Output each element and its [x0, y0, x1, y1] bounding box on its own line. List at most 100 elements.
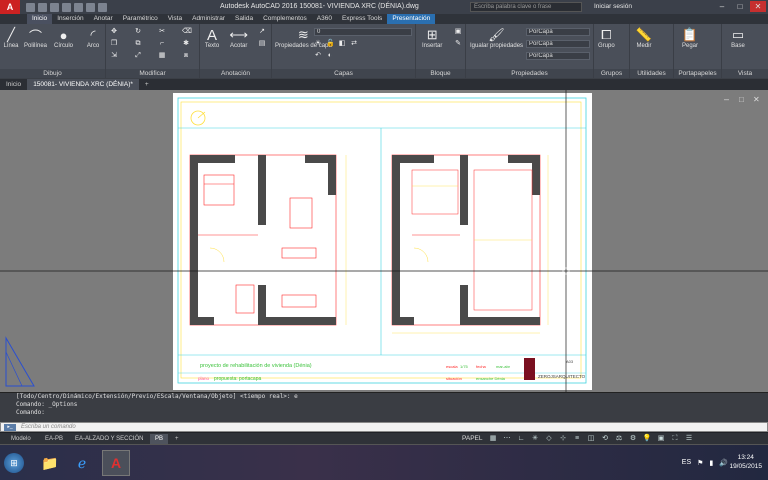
- panel-title-modify[interactable]: Modificar: [106, 69, 199, 78]
- insert-button[interactable]: ⊞ Insertar: [422, 27, 442, 49]
- panel-title-annotation[interactable]: Anotación: [200, 69, 271, 78]
- line-button[interactable]: ╱ Línea: [3, 27, 19, 49]
- group-button[interactable]: ⧠ Grupo: [598, 27, 615, 49]
- snap-icon[interactable]: ⋯: [502, 435, 512, 443]
- drawing-area[interactable]: – □ ✕ proyecto de rehabilitación de vivi…: [0, 90, 768, 392]
- close-button[interactable]: ✕: [750, 1, 766, 12]
- otrack-icon[interactable]: ⊹: [558, 435, 568, 443]
- new-tab-button[interactable]: +: [139, 79, 155, 90]
- base-button[interactable]: ▭ Base: [730, 27, 746, 49]
- maximize-button[interactable]: □: [732, 1, 748, 12]
- flag-icon[interactable]: ⚑: [697, 459, 703, 467]
- layer-lock-icon[interactable]: 🔓: [326, 40, 335, 48]
- print-icon[interactable]: [74, 2, 83, 12]
- internet-explorer-icon[interactable]: ℯ: [68, 450, 96, 476]
- tab-vista[interactable]: Vista: [163, 14, 187, 24]
- language-indicator[interactable]: ES: [682, 459, 691, 467]
- edit-block-icon[interactable]: ✎: [454, 40, 462, 48]
- redo-icon[interactable]: [98, 2, 107, 12]
- doc-tab-start[interactable]: Inicio: [0, 79, 27, 90]
- volume-icon[interactable]: 🔊: [719, 459, 728, 467]
- tab-parametrico[interactable]: Paramétrico: [118, 14, 163, 24]
- panel-title-layers[interactable]: Capas: [272, 69, 415, 78]
- clean-screen-icon[interactable]: ⛶: [670, 435, 680, 443]
- drawing-canvas[interactable]: – □ ✕ proyecto de rehabilitación de vivi…: [0, 90, 768, 392]
- login-button[interactable]: Iniciar sesión: [594, 3, 632, 10]
- tab-presentacion[interactable]: Presentación: [387, 14, 436, 24]
- circle-button[interactable]: ● Círculo: [54, 27, 73, 50]
- viewport-minimize[interactable]: –: [724, 94, 729, 104]
- workspace-gear-icon[interactable]: ⚙: [628, 435, 638, 443]
- match-properties-button[interactable]: 🖌 Igualar propiedades: [470, 27, 523, 49]
- command-input[interactable]: ▸_ Escriba un comando: [0, 422, 768, 432]
- layer-match-icon[interactable]: ⇄: [350, 40, 358, 48]
- file-explorer-icon[interactable]: 📁: [36, 450, 64, 476]
- paper-space-toggle[interactable]: PAPEL: [462, 434, 482, 444]
- selection-cycling-icon[interactable]: ⟲: [600, 435, 610, 443]
- paste-button[interactable]: 📋 Pegar: [682, 27, 698, 49]
- minimize-button[interactable]: –: [714, 1, 730, 12]
- lineweight-dropdown[interactable]: PorCapa: [526, 52, 590, 60]
- offset-icon[interactable]: ⧈: [182, 52, 190, 60]
- scale-icon[interactable]: ⤢: [134, 52, 142, 60]
- panel-title-view[interactable]: Vista: [722, 69, 768, 78]
- linetype-dropdown[interactable]: PorCapa: [526, 40, 590, 48]
- mirror-icon[interactable]: ⧉: [134, 40, 142, 48]
- hardware-accel-icon[interactable]: ▣: [656, 435, 666, 443]
- dimension-button[interactable]: ⟷ Acotar: [229, 27, 248, 49]
- color-dropdown[interactable]: PorCapa: [526, 28, 590, 36]
- lineweight-icon[interactable]: ≡: [572, 435, 582, 443]
- customize-icon[interactable]: ☰: [684, 435, 694, 443]
- tab-insercion[interactable]: Inserción: [52, 14, 88, 24]
- trim-icon[interactable]: ✂: [158, 28, 166, 36]
- text-button[interactable]: A Texto: [204, 27, 220, 50]
- polyline-button[interactable]: ⌒ Polilínea: [24, 27, 47, 50]
- ortho-icon[interactable]: ∟: [516, 435, 526, 443]
- tab-complementos[interactable]: Complementos: [258, 14, 312, 24]
- panel-title-clipboard[interactable]: Portapapeles: [674, 69, 721, 78]
- command-prompt-icon[interactable]: ▸_: [4, 424, 16, 431]
- array-icon[interactable]: ▦: [158, 52, 166, 60]
- stretch-icon[interactable]: ⇲: [110, 52, 118, 60]
- panel-title-block[interactable]: Bloque: [416, 69, 465, 78]
- viewport-maximize[interactable]: □: [739, 95, 744, 104]
- panel-title-draw[interactable]: Dibujo: [0, 69, 105, 78]
- clock[interactable]: 13:24 19/05/2015: [729, 453, 762, 471]
- doc-tab-drawing[interactable]: 150081- VIVIENDA XRC (DÉNIA)*: [27, 79, 139, 90]
- tab-a360[interactable]: A360: [312, 14, 337, 24]
- layer-off-icon[interactable]: ◐: [326, 52, 334, 60]
- tab-anotar[interactable]: Anotar: [89, 14, 118, 24]
- isolate-icon[interactable]: 💡: [642, 435, 652, 443]
- layout-tab-add[interactable]: +: [170, 434, 184, 444]
- copy-icon[interactable]: ❐: [110, 40, 118, 48]
- start-button[interactable]: ⊞: [4, 453, 24, 473]
- saveas-icon[interactable]: [62, 2, 71, 12]
- polar-icon[interactable]: ✳: [530, 435, 540, 443]
- arc-button[interactable]: ◜ Arco: [85, 27, 101, 49]
- layer-dropdown[interactable]: 0: [314, 28, 412, 36]
- new-icon[interactable]: [26, 2, 35, 12]
- undo-icon[interactable]: [86, 2, 95, 12]
- tab-administrar[interactable]: Administrar: [187, 14, 230, 24]
- erase-icon[interactable]: ⌫: [182, 28, 192, 36]
- layout-tab-ea-pb[interactable]: EA-PB: [40, 434, 68, 444]
- open-icon[interactable]: [38, 2, 47, 12]
- rotate-icon[interactable]: ↻: [134, 28, 142, 36]
- layer-iso-icon[interactable]: ◧: [338, 40, 346, 48]
- measure-button[interactable]: 📏 Medir: [636, 27, 652, 49]
- search-input[interactable]: Escriba palabra clave o frase: [470, 2, 582, 12]
- layer-freeze-icon[interactable]: ☀: [314, 40, 322, 48]
- network-icon[interactable]: ▮: [709, 459, 713, 467]
- grid-icon[interactable]: ▦: [488, 435, 498, 443]
- autocad-logo[interactable]: A: [0, 0, 20, 14]
- panel-title-groups[interactable]: Grupos: [594, 69, 629, 78]
- panel-title-properties[interactable]: Propiedades: [466, 69, 593, 78]
- autocad-taskbar-icon[interactable]: A: [102, 450, 130, 476]
- tab-express-tools[interactable]: Express Tools: [337, 14, 387, 24]
- table-icon[interactable]: ▤: [258, 40, 266, 48]
- tab-salida[interactable]: Salida: [230, 14, 258, 24]
- create-block-icon[interactable]: ▣: [454, 28, 462, 36]
- save-icon[interactable]: [50, 2, 59, 12]
- fillet-icon[interactable]: ⌐: [158, 40, 166, 48]
- tab-inicio[interactable]: Inicio: [27, 14, 53, 24]
